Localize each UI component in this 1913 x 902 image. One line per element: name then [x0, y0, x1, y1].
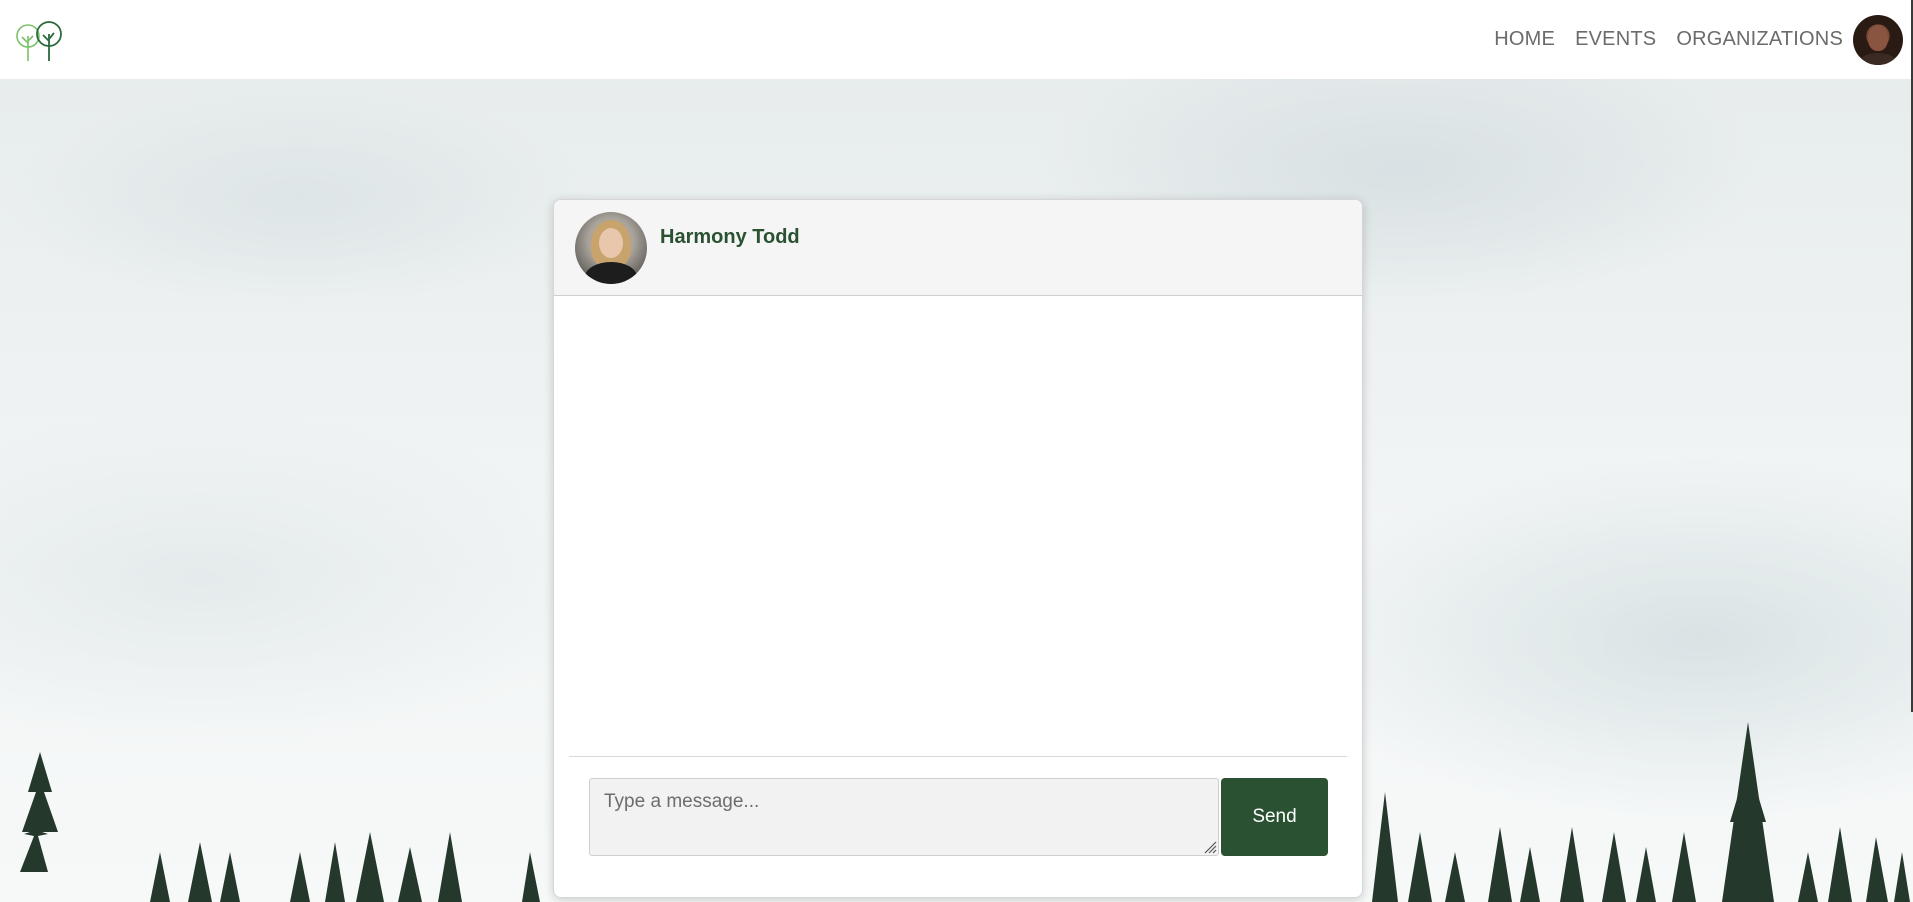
contact-avatar[interactable]	[575, 212, 647, 284]
trees-logo-icon[interactable]	[12, 19, 66, 61]
message-list[interactable]	[569, 296, 1347, 757]
resize-grip-icon[interactable]	[1203, 840, 1217, 854]
avatar-body	[585, 262, 637, 284]
message-composer: Send	[589, 778, 1331, 856]
chat-header: Harmony Todd	[554, 200, 1362, 296]
avatar-face	[599, 228, 623, 258]
nav-home-link[interactable]: HOME	[1494, 28, 1555, 51]
nav-events-link[interactable]: EVENTS	[1575, 28, 1656, 51]
top-navbar: HOME EVENTS ORGANIZATIONS	[0, 0, 1913, 79]
contact-name: Harmony Todd	[660, 226, 800, 248]
user-avatar[interactable]	[1853, 14, 1903, 65]
nav-links: HOME EVENTS ORGANIZATIONS	[1474, 0, 1903, 79]
nav-organizations-link[interactable]: ORGANIZATIONS	[1676, 28, 1843, 51]
send-button[interactable]: Send	[1221, 778, 1328, 856]
message-input[interactable]	[589, 778, 1219, 856]
chat-window: Harmony Todd Send	[553, 199, 1363, 898]
avatar-face	[1868, 24, 1888, 51]
avatar-shoulders	[1859, 52, 1897, 65]
